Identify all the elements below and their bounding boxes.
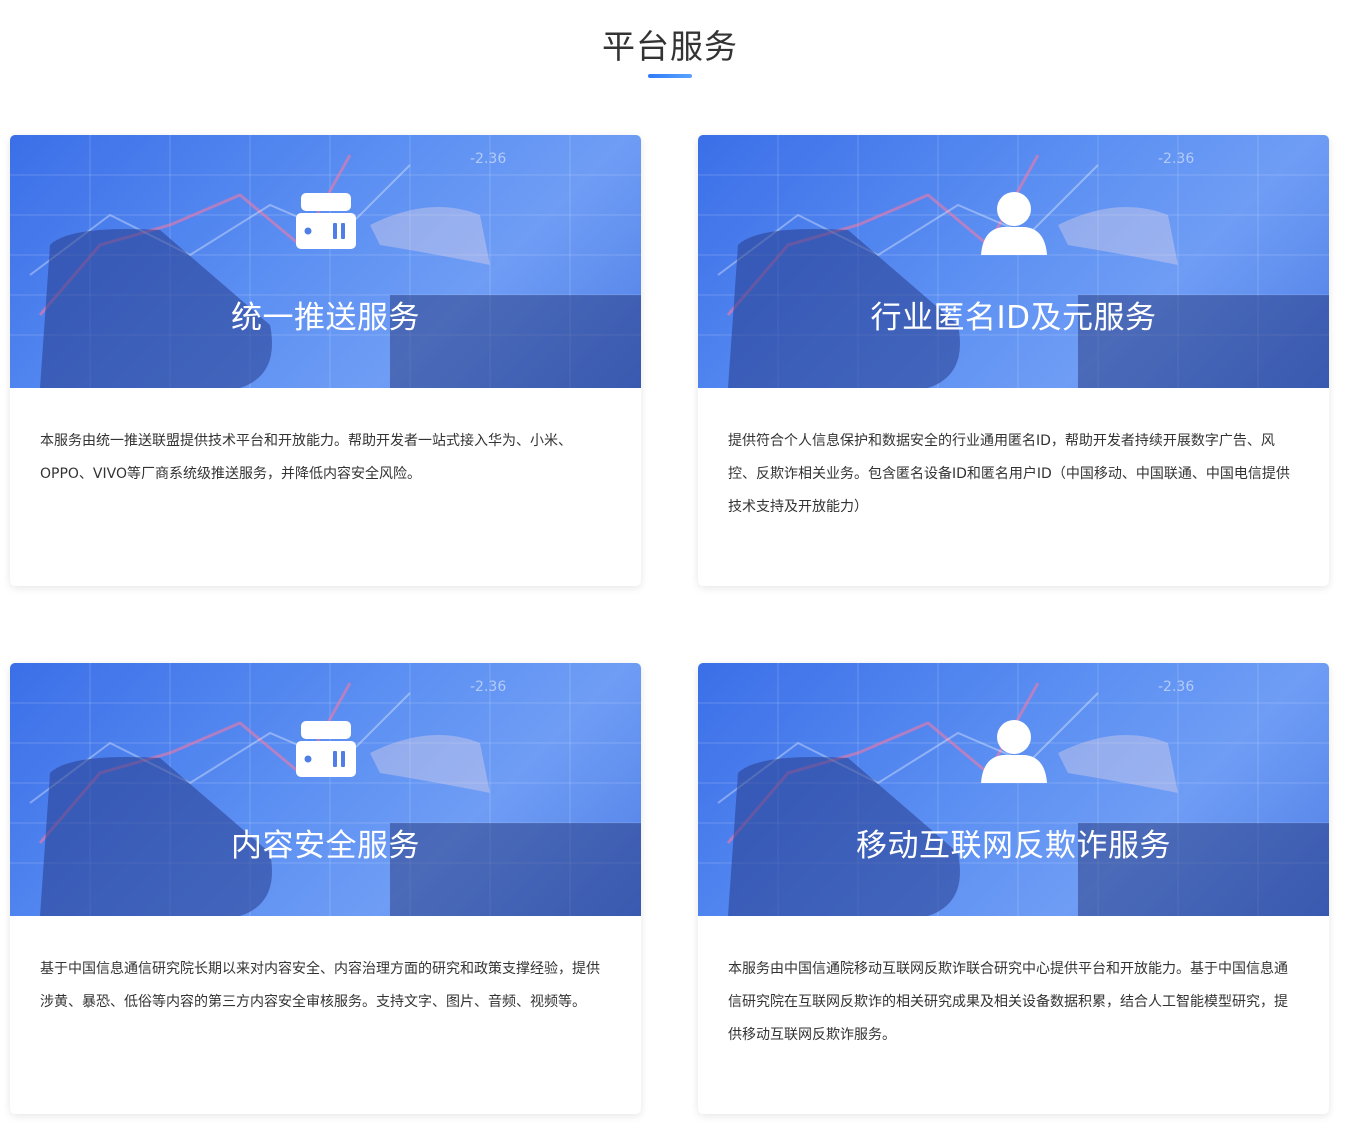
svg-text:-2.36: -2.36 — [470, 151, 506, 167]
server-box-icon — [295, 193, 356, 249]
card-description: 基于中国信息通信研究院长期以来对内容安全、内容治理方面的研究和政策支撑经验，提供… — [40, 961, 600, 1010]
user-icon — [980, 192, 1047, 255]
service-card-content-security[interactable]: -2.36 内容安全服务 基于中国信息通信研究院长期以来对内容安全、内容治理方面… — [10, 663, 641, 1114]
card-title: 内容安全服务 — [231, 828, 420, 864]
service-card-anti-fraud[interactable]: -2.36 移动互联网反欺诈服务 本服务由中国信通院移动互联网反欺诈联合研究中心… — [698, 663, 1329, 1114]
banner-background-illustration: -2.36 — [10, 663, 641, 916]
page-title: 平台服务 — [602, 27, 738, 66]
banner-background-illustration: -2.36 — [698, 663, 1329, 916]
card-banner: -2.36 内容安全服务 — [10, 663, 641, 916]
card-title: 行业匿名ID及元服务 — [870, 300, 1157, 336]
service-card-push[interactable]: -2.36 统一推送服务 本服务由统一推送联盟提供技术平台和开放能力。帮助开发者… — [10, 135, 641, 586]
title-underline — [648, 74, 692, 78]
card-banner: -2.36 移动互联网反欺诈服务 — [698, 663, 1329, 916]
banner-background-illustration: -2.36 — [698, 135, 1329, 388]
svg-text:-2.36: -2.36 — [1158, 679, 1194, 695]
card-description: 本服务由中国信通院移动互联网反欺诈联合研究中心提供平台和开放能力。基于中国信息通… — [728, 961, 1288, 1043]
card-banner: -2.36 统一推送服务 — [10, 135, 641, 388]
server-box-icon — [295, 721, 356, 777]
card-title: 移动互联网反欺诈服务 — [856, 828, 1171, 864]
svg-text:-2.36: -2.36 — [1158, 151, 1194, 167]
card-description: 提供符合个人信息保护和数据安全的行业通用匿名ID，帮助开发者持续开展数字广告、风… — [728, 433, 1290, 515]
user-icon — [980, 720, 1047, 783]
service-card-anonymous-id[interactable]: -2.36 行业匿名ID及元服务 提供符合个人信息保护和数据安全的行业通用匿名I… — [698, 135, 1329, 586]
card-banner: -2.36 行业匿名ID及元服务 — [698, 135, 1329, 388]
svg-text:-2.36: -2.36 — [470, 679, 506, 695]
card-description: 本服务由统一推送联盟提供技术平台和开放能力。帮助开发者一站式接入华为、小米、OP… — [40, 433, 572, 482]
card-title: 统一推送服务 — [231, 300, 420, 336]
banner-background-illustration: -2.36 — [10, 135, 641, 388]
